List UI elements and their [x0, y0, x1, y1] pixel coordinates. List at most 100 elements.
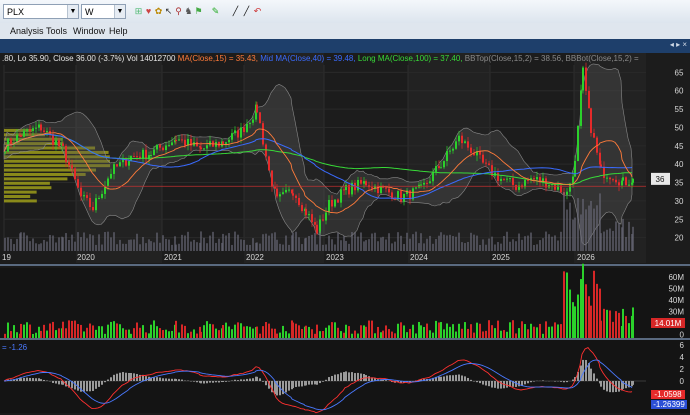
price-volume-overlay-bar	[29, 241, 31, 251]
volume-bar	[365, 326, 367, 338]
ribbon-icon[interactable]: ♥	[144, 6, 153, 16]
price-candle	[363, 181, 365, 184]
price-volume-overlay-bar	[518, 233, 520, 251]
price-volume-overlay-bar	[212, 231, 214, 251]
volume-bar	[285, 331, 287, 338]
price-candle	[222, 141, 224, 144]
price-volume-overlay-bar	[322, 244, 324, 251]
price-candle	[618, 182, 620, 186]
volume-bar	[622, 308, 624, 338]
volume-bar	[92, 325, 94, 338]
price-volume-overlay-bar	[440, 232, 442, 251]
price-volume-overlay-bar	[13, 244, 15, 251]
ray-icon[interactable]: ╱	[242, 6, 251, 16]
menu-tools[interactable]: Tools	[46, 26, 67, 36]
price-candle	[527, 179, 529, 181]
volume-bar	[193, 329, 195, 338]
volume-bar	[518, 328, 520, 338]
palette-icon[interactable]: ✿	[154, 6, 163, 16]
macd-histogram-bar	[203, 381, 205, 384]
volume-bar	[43, 324, 45, 338]
price-volume-overlay-bar	[368, 239, 370, 251]
tab-nav-controls[interactable]: ◂ ▸ ×	[670, 40, 687, 49]
price-candle	[415, 187, 417, 189]
price-volume-overlay-bar	[150, 241, 152, 251]
price-candle	[440, 167, 442, 169]
price-candle	[171, 142, 173, 146]
volume-bar	[588, 296, 590, 338]
price-volume-overlay-bar	[209, 235, 211, 251]
price-candle	[334, 199, 336, 207]
symbol-combo[interactable]: PLX ▼	[3, 4, 79, 19]
volume-bar	[74, 320, 76, 338]
zoom-icon[interactable]: ⚲	[174, 6, 183, 16]
price-candle	[615, 179, 617, 183]
macd-histogram-bar	[563, 381, 565, 383]
price-volume-overlay-bar	[574, 217, 576, 251]
price-volume-overlay-bar	[130, 239, 132, 251]
volume-bar	[237, 322, 239, 338]
price-volume-overlay-bar	[305, 237, 307, 251]
volume-bar	[49, 323, 51, 338]
macd-histogram-bar	[178, 379, 180, 381]
price-candle	[403, 193, 405, 202]
price-axis-tick: 45	[675, 142, 684, 151]
chevron-down-icon[interactable]: ▼	[114, 5, 125, 18]
price-candle	[237, 130, 239, 138]
macd-histogram-bar	[612, 381, 614, 393]
draw-icon[interactable]: ⚑	[194, 6, 203, 16]
price-candle	[285, 189, 287, 193]
volume-bar	[184, 325, 186, 338]
price-volume-overlay-bar	[388, 233, 390, 251]
price-volume-overlay-bar	[446, 235, 448, 251]
price-volume-overlay-bar	[65, 233, 67, 251]
macd-histogram-bar	[527, 381, 529, 384]
price-volume-overlay-bar	[449, 234, 451, 251]
chart-svg[interactable]: 19 2020 2021 2022 2023 2024 2025 20266560555045…	[0, 53, 690, 415]
price-candle	[482, 154, 484, 163]
macd-histogram-bar	[351, 372, 353, 381]
price-candle	[585, 67, 587, 91]
macd-histogram-bar	[38, 378, 40, 381]
pointer-icon[interactable]: ↖	[164, 6, 173, 16]
volume-bar	[128, 329, 130, 338]
menu-help[interactable]: Help	[109, 26, 128, 36]
menu-window[interactable]: Window	[73, 26, 105, 36]
price-volume-overlay-bar	[83, 232, 85, 251]
price-volume-overlay-bar	[316, 244, 318, 251]
pencil-icon[interactable]: ✎	[211, 6, 220, 16]
menu-analysis[interactable]: Analysis	[10, 26, 44, 36]
price-volume-overlay-bar	[62, 237, 64, 251]
volume-bar	[110, 321, 112, 338]
price-volume-overlay-bar	[328, 235, 330, 251]
price-candle	[311, 214, 313, 223]
volume-bar	[86, 327, 88, 338]
macd-histogram-bar	[325, 379, 327, 381]
macd-histogram-bar	[116, 373, 118, 381]
undo-icon[interactable]: ↶	[253, 6, 262, 16]
macd-histogram-bar	[455, 374, 457, 381]
price-candle	[23, 130, 25, 137]
volume-bar	[494, 328, 496, 338]
price-candle	[622, 177, 624, 181]
line-icon[interactable]: ╱	[231, 6, 240, 16]
chevron-down-icon[interactable]: ▼	[67, 5, 78, 18]
price-volume-overlay-bar	[521, 239, 523, 251]
macd-histogram-bar	[119, 372, 121, 381]
interval-combo[interactable]: W ▼	[81, 4, 126, 19]
lock-icon[interactable]: ♞	[184, 6, 193, 16]
macd-histogram-bar	[440, 376, 442, 381]
price-axis-tick: 50	[675, 123, 684, 132]
price-volume-overlay-bar	[391, 243, 393, 251]
price-volume-overlay-bar	[252, 238, 254, 251]
chart-area[interactable]: 19 2020 2021 2022 2023 2024 2025 2026 65 60 55 50 45…	[0, 53, 690, 415]
price-candle	[612, 179, 614, 181]
volume-bar	[343, 332, 345, 338]
price-candle	[29, 129, 31, 131]
grid-icon[interactable]: ⊞	[134, 6, 143, 16]
macd-histogram-bar	[348, 372, 350, 381]
macd-axis-tick: 4	[680, 353, 685, 362]
price-candle	[488, 163, 490, 166]
volume-bar	[148, 333, 150, 338]
price-volume-overlay-bar	[128, 239, 130, 251]
